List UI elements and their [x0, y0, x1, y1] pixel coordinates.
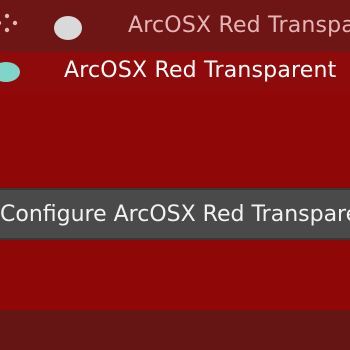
tooltip: Configure ArcOSX Red Transparent: [0, 188, 350, 240]
content-area-lower: [0, 240, 350, 310]
content-area: [0, 92, 350, 188]
window-title: ArcOSX Red Transparent: [128, 13, 350, 38]
bottom-bar: [0, 310, 350, 350]
tooltip-text: Configure ArcOSX Red Transparent: [0, 202, 350, 227]
list-item-label: ArcOSX Red Transparent: [64, 58, 337, 83]
screen: ArcOSX Red Transparent ArcOSX Red Transp…: [0, 0, 350, 350]
list-item[interactable]: ArcOSX Red Transparent: [0, 52, 350, 92]
dots-menu-icon[interactable]: [0, 10, 20, 36]
status-dot-icon: [0, 62, 20, 82]
window-button-icon[interactable]: [54, 16, 82, 40]
title-bar: ArcOSX Red Transparent: [0, 0, 350, 52]
